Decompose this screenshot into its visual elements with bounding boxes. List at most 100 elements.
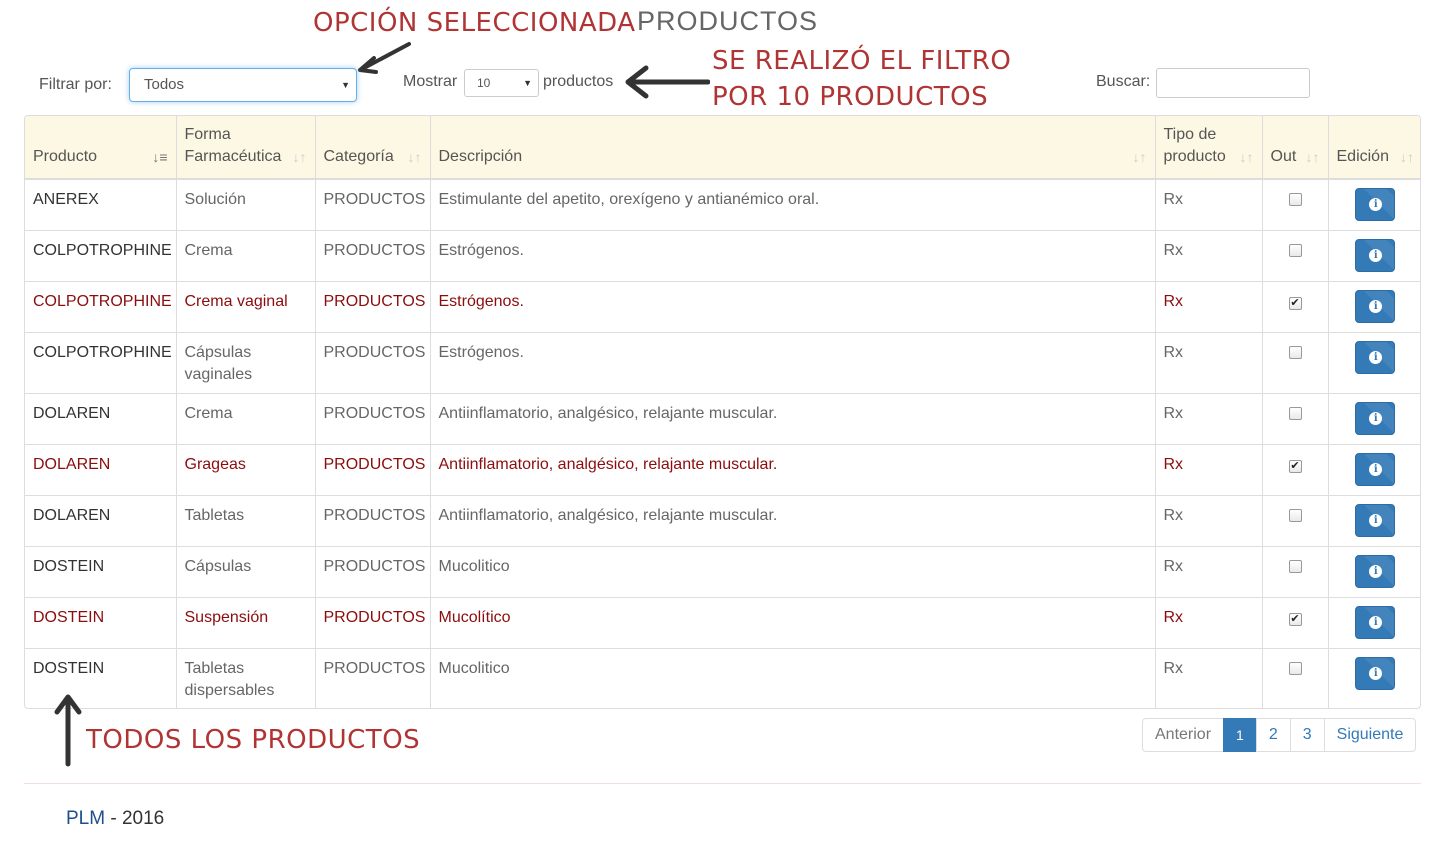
info-icon: i — [1369, 299, 1383, 313]
cell-out: ✔ — [1262, 443, 1329, 495]
cell-categoria: PRODUCTOS — [315, 229, 431, 281]
out-checkbox[interactable]: ✔ — [1288, 612, 1302, 626]
cell-producto: ANEREX — [25, 178, 177, 230]
col-header-producto[interactable]: Producto ↓≡ — [25, 116, 177, 180]
cell-tipo: Rx — [1155, 331, 1263, 393]
out-checkbox[interactable] — [1288, 193, 1302, 206]
cell-categoria: PRODUCTOS — [315, 545, 431, 597]
cell-tipo: Rx — [1155, 392, 1263, 444]
filter-select[interactable]: Todos ▼ — [129, 68, 357, 102]
info-icon: i — [1369, 198, 1383, 211]
table-row: COLPOTROPHINE Crema PRODUCTOS Estrógenos. Rx… — [25, 229, 1420, 281]
table-row: DOLAREN Crema PRODUCTOS Antiinflamatorio, a… — [25, 392, 1420, 444]
cell-tipo: Rx — [1155, 178, 1263, 230]
info-icon: i — [1369, 462, 1383, 476]
cell-edicion: i — [1328, 178, 1420, 230]
cell-forma: Cápsulas vaginales — [176, 331, 316, 393]
footer-brand[interactable]: PLM — [66, 808, 105, 829]
info-icon: i — [1369, 411, 1383, 425]
filter-select-value: Todos — [144, 76, 185, 93]
cell-tipo: Rx — [1155, 443, 1263, 495]
info-button[interactable]: i — [1355, 554, 1396, 588]
cell-out — [1262, 331, 1329, 393]
out-checkbox[interactable] — [1288, 243, 1302, 257]
info-button[interactable]: i — [1355, 340, 1396, 374]
cell-out — [1262, 545, 1329, 597]
show-suffix: productos — [543, 73, 614, 90]
cell-descripcion: Estrógenos. — [430, 229, 1156, 281]
cell-descripcion: Mucolitico — [430, 647, 1156, 708]
col-header-descripcion[interactable]: Descripción ↓↑ — [430, 116, 1156, 180]
cell-categoria: PRODUCTOS — [315, 392, 431, 444]
col-header-out[interactable]: Out ↓↑ — [1262, 116, 1329, 180]
info-button[interactable]: i — [1355, 656, 1396, 690]
cell-tipo: Rx — [1155, 229, 1263, 281]
cell-categoria: PRODUCTOS — [315, 331, 431, 393]
cell-out — [1262, 494, 1329, 546]
cell-categoria: PRODUCTOS — [315, 443, 431, 495]
footer: PLM - 2016 — [66, 808, 164, 830]
info-button[interactable]: i — [1355, 452, 1396, 486]
cell-forma: Tabletas — [176, 494, 316, 546]
sort-icon: ↓↑ — [1305, 149, 1320, 165]
cell-tipo: Rx — [1155, 280, 1263, 332]
col-header-tipo[interactable]: Tipo de producto ↓↑ — [1155, 116, 1263, 180]
out-checkbox[interactable] — [1288, 406, 1302, 420]
info-button[interactable]: i — [1355, 605, 1396, 639]
cell-forma: Crema — [176, 392, 316, 444]
chevron-down-icon: ▼ — [523, 78, 532, 88]
out-checkbox[interactable] — [1288, 661, 1302, 675]
cell-categoria: PRODUCTOS — [315, 280, 431, 332]
table-row: DOSTEIN Cápsulas PRODUCTOS Mucolitico Rx i — [25, 545, 1420, 597]
out-checkbox[interactable]: ✔ — [1288, 296, 1302, 310]
sort-icon: ↓↑ — [1239, 149, 1254, 165]
col-header-categoria[interactable]: Categoría ↓↑ — [315, 116, 431, 180]
info-button[interactable]: i — [1355, 503, 1396, 537]
pagination-page-1[interactable]: 1 — [1223, 718, 1257, 752]
cell-edicion: i — [1328, 443, 1420, 495]
cell-producto: DOSTEIN — [25, 596, 177, 648]
cell-edicion: i — [1328, 545, 1420, 597]
table-row: DOLAREN Grageas PRODUCTOS Antiinflamatorio,… — [25, 443, 1420, 495]
pagination-page-2[interactable]: 2 — [1255, 718, 1291, 752]
cell-edicion: i — [1328, 647, 1420, 708]
cell-out — [1262, 178, 1329, 230]
search-label: Buscar: — [1096, 73, 1151, 90]
info-button[interactable]: i — [1355, 188, 1396, 221]
cell-producto: COLPOTROPHINE — [25, 331, 177, 393]
col-header-edicion[interactable]: Edición ↓↑ — [1328, 116, 1420, 180]
cell-producto: DOSTEIN — [25, 545, 177, 597]
sort-icon: ↓↑ — [407, 149, 422, 165]
sort-icon: ↓↑ — [292, 149, 307, 165]
pagination-next[interactable]: Siguiente — [1323, 718, 1417, 752]
cell-categoria: PRODUCTOS — [315, 596, 431, 648]
out-checkbox[interactable]: ✔ — [1288, 459, 1302, 473]
info-button[interactable]: i — [1355, 238, 1396, 272]
col-header-forma[interactable]: Forma Farmacéutica ↓↑ — [176, 116, 316, 180]
out-checkbox[interactable] — [1288, 559, 1302, 573]
table-row: DOSTEIN Tabletas dispersables PRODUCTOS Muc… — [25, 647, 1420, 708]
cell-producto: DOSTEIN — [25, 647, 177, 708]
pagination-prev[interactable]: Anterior — [1142, 718, 1225, 752]
out-checkbox[interactable] — [1288, 345, 1302, 359]
footer-text: - 2016 — [105, 808, 165, 829]
out-checkbox[interactable] — [1288, 508, 1302, 522]
info-icon: i — [1369, 513, 1383, 527]
products-table: Producto ↓≡ Forma Farmacéutica ↓↑ Categoría… — [24, 115, 1421, 709]
pagination-page-3[interactable]: 3 — [1289, 718, 1325, 752]
cell-descripcion: Estrógenos. — [430, 280, 1156, 332]
table-row: DOLAREN Tabletas PRODUCTOS Antiinflamatorio… — [25, 494, 1420, 546]
cell-categoria: PRODUCTOS — [315, 494, 431, 546]
info-button[interactable]: i — [1355, 401, 1396, 435]
info-icon: i — [1369, 615, 1383, 629]
cell-categoria: PRODUCTOS — [315, 647, 431, 708]
cell-descripcion: Estrógenos. — [430, 331, 1156, 393]
page-size-select[interactable]: 10 ▼ — [464, 69, 539, 97]
cell-descripcion: Mucolítico — [430, 596, 1156, 648]
annotation-up-arrow-icon — [54, 694, 82, 767]
page-title: PRODUCTOS — [637, 6, 819, 36]
search-input[interactable] — [1156, 68, 1310, 98]
info-button[interactable]: i — [1355, 289, 1396, 323]
cell-descripcion: Antiinflamatorio, analgésico, relajante … — [430, 443, 1156, 495]
cell-producto: DOLAREN — [25, 494, 177, 546]
